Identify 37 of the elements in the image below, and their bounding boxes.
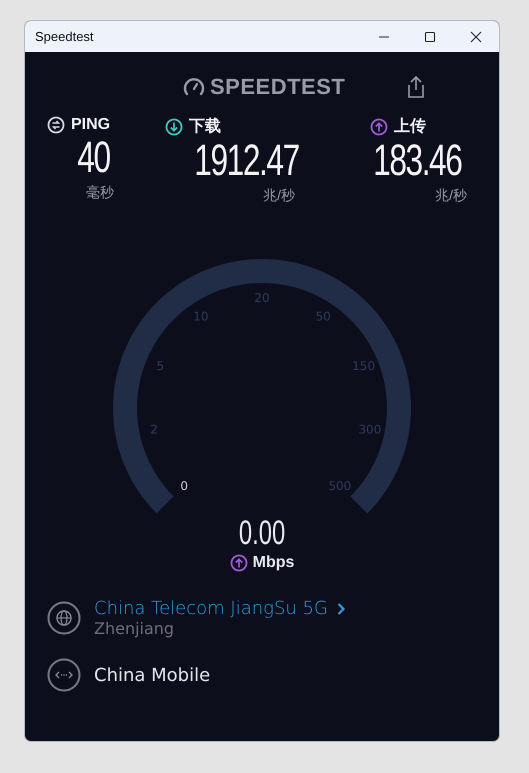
chevron-right-icon <box>336 602 346 616</box>
close-icon <box>470 30 482 42</box>
stat-value: 40 <box>76 134 110 182</box>
stat-unit: 兆/秒 <box>435 187 467 205</box>
window-title: Speedtest <box>35 29 94 44</box>
stat-value: 183.46 <box>374 137 462 185</box>
app-logo: SPEEDTEST <box>210 74 346 100</box>
upload-icon <box>370 118 388 136</box>
share-icon <box>406 76 426 98</box>
gauge-tick-label: 300 <box>358 422 382 436</box>
gauge-tick-label: 10 <box>193 310 209 324</box>
stat-label: 下载 <box>189 116 221 137</box>
stat-value: 1912.47 <box>194 137 299 185</box>
stat-label: PING <box>71 116 110 134</box>
download-icon <box>165 118 183 136</box>
maximize-icon <box>424 30 436 42</box>
gauge-tick-label: 20 <box>254 291 270 305</box>
gauge-tick-label: 500 <box>328 478 352 493</box>
server-link[interactable]: China Telecom JiangSu 5G <box>94 598 346 619</box>
speed-unit: Mbps <box>252 554 294 572</box>
stat-unit: 兆/秒 <box>263 187 295 205</box>
provider-name: China Mobile <box>94 664 210 686</box>
upload-icon <box>230 554 248 572</box>
server-location: Zhenjiang <box>94 619 176 638</box>
globe-icon <box>47 601 81 635</box>
gauge-tick-label: 50 <box>315 310 331 324</box>
connection-icon <box>47 658 81 692</box>
speed-reading: 0.00 <box>238 516 286 550</box>
stat-unit: 毫秒 <box>86 184 114 202</box>
gauge-tick-label: 2 <box>150 422 158 436</box>
gauge-icon <box>183 77 205 97</box>
share-button[interactable] <box>406 76 426 98</box>
gauge-tick-label: 150 <box>352 358 376 373</box>
ping-icon <box>47 116 65 134</box>
gauge-tick-label: 0 <box>180 478 188 493</box>
stat-label: 上传 <box>394 116 426 137</box>
gauge-tick-label: 5 <box>156 358 164 373</box>
